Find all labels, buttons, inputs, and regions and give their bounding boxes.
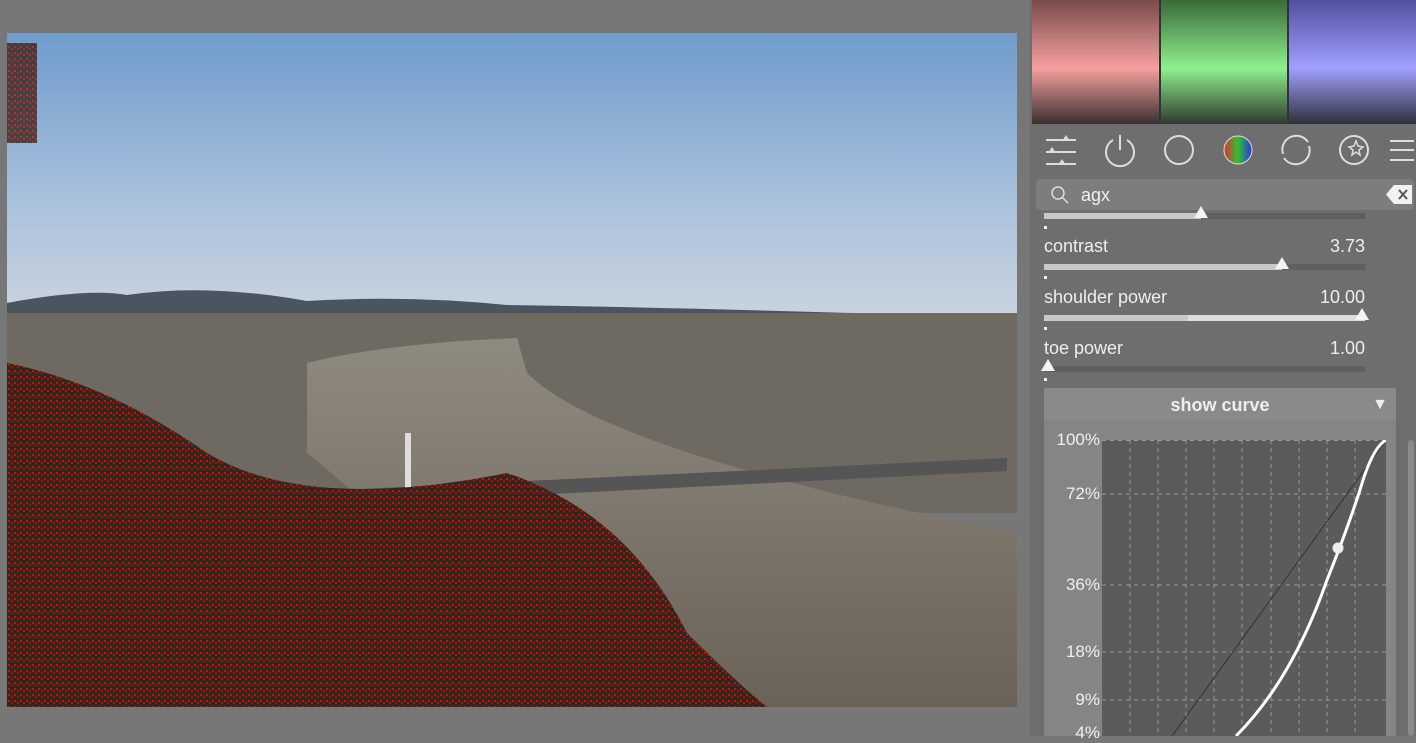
slider-marker — [1044, 226, 1047, 229]
power-icon[interactable] — [1102, 132, 1138, 168]
y-label: 9% — [1075, 690, 1100, 709]
show-curve-toggle[interactable]: show curve ▼ — [1044, 388, 1396, 420]
waveform-histogram — [1032, 0, 1416, 124]
color-icon[interactable] — [1220, 132, 1256, 168]
collapse-triangle-icon: ▼ — [1372, 396, 1388, 413]
curve-section: show curve ▼ 100% 72% 36% 18% 9% 4% — [1044, 388, 1396, 742]
y-label: 100% — [1056, 430, 1100, 449]
slider-value[interactable]: 3.73 — [1330, 236, 1365, 257]
search-value: agx — [1081, 185, 1111, 205]
slider-label: toe power — [1044, 338, 1124, 358]
image-preview[interactable] — [7, 33, 1017, 707]
slider-above[interactable] — [1044, 206, 1365, 219]
y-label: 4% — [1075, 723, 1100, 742]
module-search-input[interactable]: agx — [1036, 179, 1414, 210]
curve-pivot-point[interactable] — [1332, 542, 1344, 554]
clear-search-icon[interactable] — [1386, 185, 1412, 204]
slider-value[interactable]: 10.00 — [1320, 287, 1365, 308]
panel-scrollbar[interactable] — [1408, 440, 1414, 736]
right-panel: agx contrast 3.73 shoulder power 10.00 t… — [1030, 0, 1416, 742]
slider-value[interactable]: 1.00 — [1330, 338, 1365, 359]
show-curve-label: show curve — [1170, 395, 1270, 415]
y-label: 18% — [1065, 642, 1100, 661]
circle-icon[interactable] — [1161, 132, 1197, 168]
y-label: 72% — [1065, 484, 1100, 503]
refresh-icon[interactable] — [1278, 132, 1314, 168]
sliders-icon[interactable] — [1044, 132, 1080, 168]
slider-label: contrast — [1044, 236, 1109, 256]
tone-curve-graph[interactable] — [1102, 440, 1386, 736]
search-icon — [1051, 186, 1069, 204]
slider-label: shoulder power — [1044, 287, 1168, 307]
effects-icon[interactable] — [1336, 132, 1372, 168]
menu-icon[interactable] — [1388, 132, 1414, 168]
y-label: 36% — [1065, 575, 1100, 594]
module-group-toolbar — [1030, 128, 1416, 174]
